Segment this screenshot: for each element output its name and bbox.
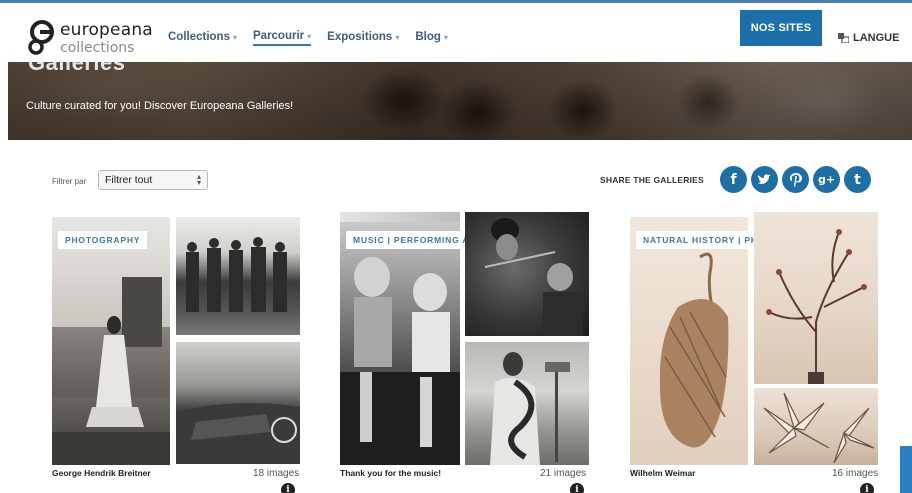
gallery-image-count: 16 images bbox=[832, 468, 879, 479]
facebook-icon[interactable]: f bbox=[720, 166, 747, 193]
gallery-category-tag[interactable]: PHOTOGRAPHY bbox=[58, 231, 148, 249]
filter-label: Filtrer par bbox=[52, 177, 87, 186]
info-icon[interactable]: i bbox=[570, 483, 584, 493]
tumblr-icon[interactable]: t bbox=[844, 166, 871, 193]
pinterest-p-icon bbox=[789, 172, 802, 187]
branch-photo bbox=[766, 229, 867, 384]
gallery-photo-bottom-right bbox=[465, 342, 589, 465]
filter-select[interactable]: Filtrer tout ▴ ▾ bbox=[98, 170, 208, 190]
logo-title: europeana bbox=[60, 20, 153, 40]
pinterest-icon[interactable] bbox=[782, 166, 809, 193]
info-icon[interactable]: i bbox=[281, 483, 295, 493]
language-label: LANGUE bbox=[853, 32, 900, 44]
chevron-down-icon: ▾ bbox=[232, 32, 237, 42]
nav-blog-label: Blog bbox=[415, 31, 441, 43]
info-icon[interactable]: i bbox=[860, 483, 874, 493]
nav-parcourir-label: Parcourir bbox=[253, 30, 305, 42]
banner-tagline: Culture curated for you! Discover Europe… bbox=[26, 100, 294, 112]
googleplus-icon[interactable]: g+ bbox=[813, 166, 840, 193]
gallery-card-weimar[interactable]: NATURAL HISTORY | PH... bbox=[630, 212, 880, 465]
twitter-icon[interactable] bbox=[751, 166, 778, 193]
gallery-tag-wrap: PHOTOGRAPHY bbox=[52, 217, 170, 257]
galleries-banner: Galleries Culture curated for you! Disco… bbox=[8, 62, 912, 140]
chevron-down-icon: ▾ bbox=[395, 32, 400, 42]
gallery-photo-bottom-right bbox=[176, 342, 300, 464]
violinist-photo bbox=[484, 218, 583, 336]
banner-title: Galleries bbox=[28, 62, 126, 75]
nav-collections-label: Collections bbox=[168, 31, 230, 43]
gallery-photo-bottom-right bbox=[754, 388, 878, 465]
gallery-title[interactable]: Wilhelm Weimar bbox=[630, 468, 695, 478]
share-icons: f g+ t bbox=[720, 166, 871, 193]
gallery-title[interactable]: Thank you for the music! bbox=[340, 468, 441, 478]
soldiers-photo bbox=[186, 237, 287, 312]
lily-photo bbox=[763, 392, 875, 464]
gallery-card-breitner[interactable]: PHOTOGRAPHY bbox=[52, 212, 302, 465]
share-label: SHARE THE GALLERIES bbox=[600, 175, 704, 185]
gallery-photo-top-right bbox=[465, 212, 589, 336]
language-selector[interactable]: LANGUE bbox=[838, 32, 899, 44]
logo-subtitle: collections bbox=[60, 40, 135, 56]
nav-collections[interactable]: Collections ▾ bbox=[168, 30, 237, 46]
gallery-photo-top-right bbox=[754, 212, 878, 384]
chevron-down-icon: ▾ bbox=[443, 32, 448, 42]
site-header: europeana collections Collections ▾ Parco… bbox=[0, 10, 912, 62]
select-arrows-icon: ▴ ▾ bbox=[196, 172, 201, 187]
gallery-photo-top-right bbox=[176, 217, 300, 335]
europeana-logo-icon bbox=[28, 20, 54, 55]
boats-photo bbox=[176, 403, 300, 464]
translate-icon bbox=[838, 33, 849, 43]
gallery-title[interactable]: George Hendrik Breitner bbox=[52, 468, 151, 478]
nav-parcourir[interactable]: Parcourir ▾ bbox=[253, 30, 312, 46]
feedback-tab[interactable] bbox=[900, 446, 912, 493]
nav-expositions[interactable]: Expositions ▾ bbox=[327, 30, 399, 46]
gallery-card-music[interactable]: MUSIC | PERFORMING AR... bbox=[340, 212, 590, 465]
performer-photo bbox=[490, 352, 570, 465]
gallery-photo-main bbox=[340, 222, 460, 465]
nos-sites-button[interactable]: NOS SITES bbox=[740, 10, 822, 46]
europeana-logo[interactable]: europeana collections bbox=[26, 18, 161, 62]
twitter-bird-icon bbox=[758, 173, 771, 184]
gallery-image-count: 18 images bbox=[253, 468, 300, 479]
chevron-down-icon: ▾ bbox=[307, 31, 312, 41]
nav-expositions-label: Expositions bbox=[327, 31, 393, 43]
gallery-image-count: 21 images bbox=[540, 468, 587, 479]
children-photo bbox=[340, 257, 460, 465]
main-nav: Collections ▾ Parcourir ▾ Expositions ▾ Blo… bbox=[168, 30, 448, 46]
filter-selected-value: Filtrer tout bbox=[105, 174, 153, 186]
nav-blog[interactable]: Blog ▾ bbox=[415, 30, 448, 46]
